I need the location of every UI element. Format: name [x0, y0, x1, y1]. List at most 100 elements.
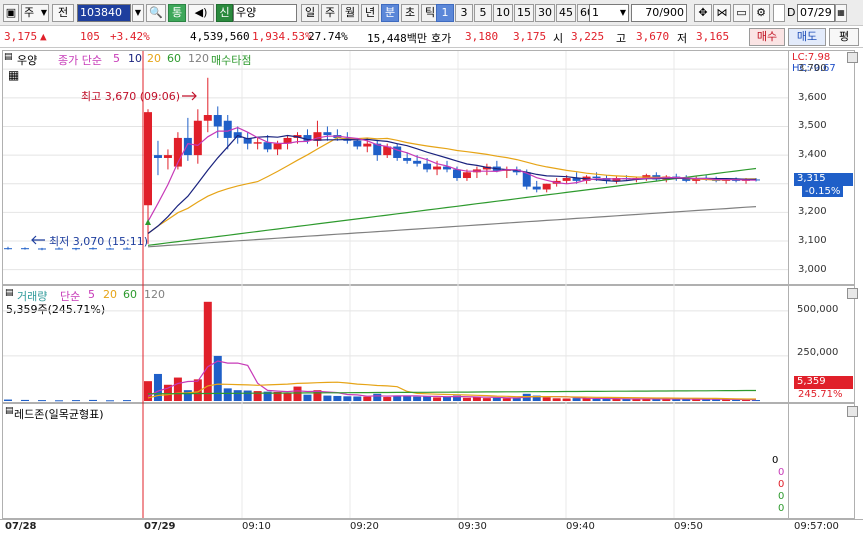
volume-bar [333, 395, 342, 401]
volume-bar [562, 398, 571, 401]
ma60-line [147, 167, 757, 246]
volume-bar [55, 400, 63, 402]
price-axis-label: 3,000 [798, 263, 827, 275]
time-axis-label: 07/28 [5, 521, 37, 532]
volume-bar [21, 399, 29, 401]
time-axis-label: 09:20 [350, 521, 379, 532]
time-axis-label: 09:10 [242, 521, 271, 532]
candle-body [273, 143, 282, 150]
time-axis-label: 09:57:00 [794, 521, 839, 532]
volume-bar [383, 397, 392, 401]
candle-body [4, 248, 12, 250]
time-axis-label: 09:40 [566, 521, 595, 532]
current-volume-pct: 245.71% [798, 389, 843, 400]
max-arrow-icon [182, 91, 197, 101]
candle-body [213, 115, 222, 127]
candle-body [353, 140, 362, 147]
price-axis-label: 3,700 [798, 63, 827, 75]
volume-bar [542, 397, 551, 401]
candle-body [532, 186, 541, 190]
volume-bar [323, 395, 332, 401]
volume-bar [413, 396, 422, 401]
current-pct-tag: -0.15% [802, 186, 844, 197]
volume-bar [106, 400, 114, 402]
price-axis-label: 3,200 [798, 206, 827, 218]
candle-body [144, 112, 152, 206]
volume-bar [502, 398, 511, 401]
volume-bar [233, 390, 242, 401]
volume-bar [472, 397, 481, 401]
candle-body [163, 155, 172, 158]
candle-body [253, 142, 262, 144]
volume-bar [592, 398, 601, 401]
volume-bar [144, 381, 152, 401]
candle-body [153, 155, 162, 158]
volume-bar [293, 386, 302, 401]
volume-bar [612, 399, 621, 401]
volume-bar [123, 400, 131, 402]
volume-bar [572, 398, 581, 401]
price-axis-label: 3,400 [798, 149, 827, 161]
time-axis [0, 519, 863, 537]
min-annotation: 최저 3,070 (15:11) [49, 235, 149, 248]
ma20-line [147, 137, 757, 234]
candle-body [183, 137, 192, 156]
volume-bar [403, 396, 412, 401]
volume-bar [343, 396, 352, 401]
volume-bar [72, 400, 80, 402]
volume-bar [253, 391, 262, 401]
volume-bar [303, 394, 312, 401]
volume-bar [283, 392, 292, 401]
volume-bar [512, 398, 521, 401]
volume-bar [353, 396, 362, 401]
time-axis-label: 09:50 [674, 521, 703, 532]
volume-bar [153, 373, 162, 401]
candle-body [363, 143, 372, 147]
candle-body [323, 132, 332, 136]
volume-bar [482, 398, 491, 401]
chart-canvas[interactable] [0, 0, 863, 537]
candle-body [21, 248, 29, 250]
candle-body [223, 120, 232, 138]
current-price-tag: 3,315 [794, 173, 853, 186]
candle-body [562, 178, 571, 181]
volume-axis-label: 250,000 [797, 347, 839, 358]
volume-bar [373, 393, 382, 401]
time-axis-label: 09:30 [458, 521, 487, 532]
volume-axis-label: 500,000 [797, 304, 839, 315]
min-arrow-icon [31, 235, 45, 245]
volume-bar [492, 397, 501, 401]
volume-bar [363, 396, 372, 401]
candle-body [393, 146, 402, 158]
candle-body [203, 115, 212, 121]
candle-body [413, 160, 422, 164]
candle-body [462, 172, 471, 179]
volume-bar [243, 390, 252, 401]
candle-body [193, 120, 202, 156]
price-axis-label: 3,100 [798, 235, 827, 247]
candle-body [263, 142, 272, 150]
candle-body [38, 248, 46, 250]
candle-body [542, 183, 551, 190]
current-volume-tag: 5,359 [794, 376, 853, 389]
candle-body [592, 176, 601, 179]
buy-signal-icon [145, 219, 151, 225]
candle-body [433, 166, 442, 170]
volume-bar [38, 400, 46, 402]
volume-bar [4, 399, 12, 401]
volume-bar [552, 398, 561, 401]
candle-body [423, 163, 432, 170]
volume-bar [223, 388, 232, 401]
price-axis-label: 3,600 [798, 91, 827, 103]
volume-bar [173, 377, 182, 401]
volume-bar [89, 399, 97, 401]
candle-body [452, 169, 461, 179]
candle-body [403, 157, 412, 161]
volume-bar [183, 390, 192, 401]
volume-bar [443, 397, 452, 401]
time-axis-label: 07/29 [144, 521, 176, 532]
volume-bar [462, 397, 471, 401]
max-annotation: 최고 3,670 (09:06) [81, 90, 181, 103]
price-axis-label: 3,500 [798, 120, 827, 132]
volume-bar [433, 397, 442, 401]
